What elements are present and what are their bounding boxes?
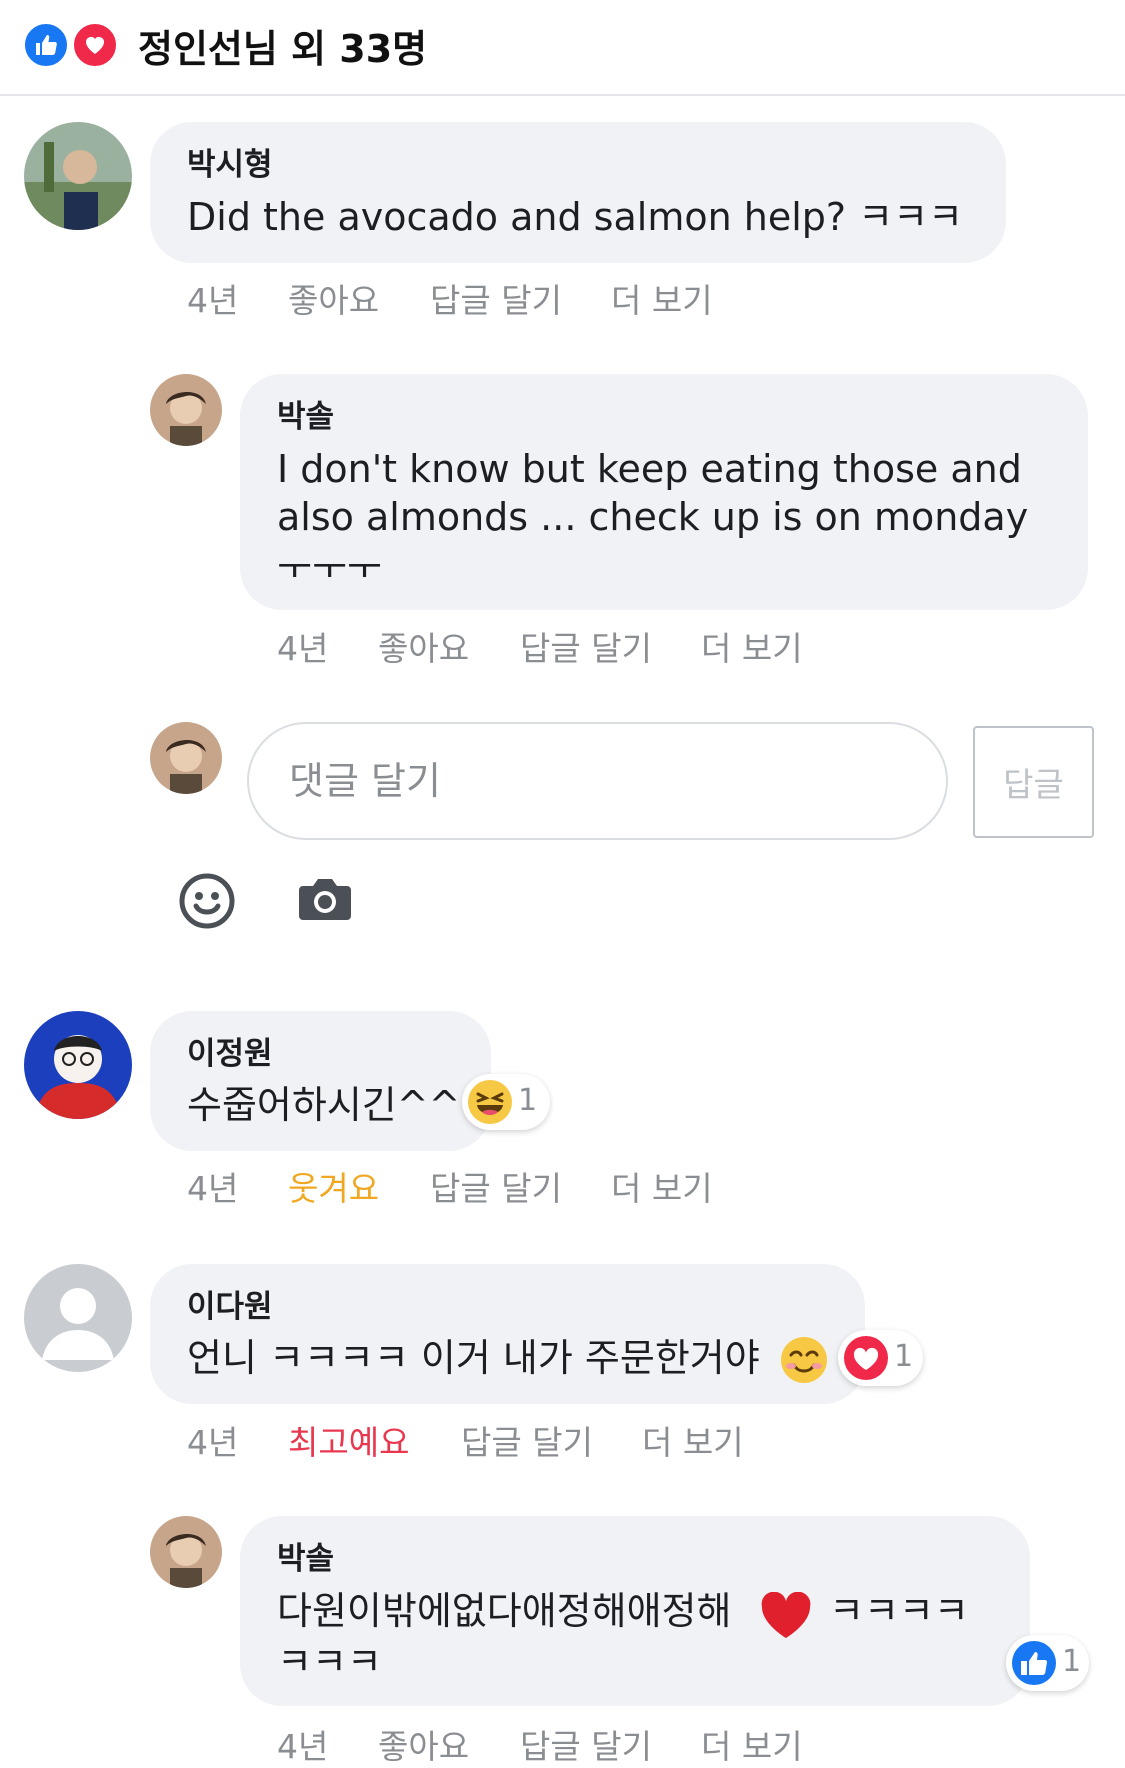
avatar[interactable] [150,1516,222,1588]
comment-text-line-1: 다원이밖에없다애정해애정해 [277,1589,732,1633]
reaction-summary[interactable]: 1 [462,1074,550,1130]
comment-time: 4년 [277,629,329,668]
comment-author[interactable]: 박솔 [277,1533,334,1578]
comment-author[interactable]: 이정원 [187,1028,273,1073]
love-icon [844,1336,888,1380]
comment-actions: 4년 좋아요 답글 달기 더 보기 [277,622,877,668]
comment-actions: 4년 최고예요 답글 달기 더 보기 [187,1416,787,1462]
comment-actions: 4년 좋아요 답글 달기 더 보기 [187,274,787,320]
comment-text-line-2: ㅋㅋㅋㅋ [829,1589,969,1633]
comment-author[interactable]: 박시형 [187,139,273,184]
avatar[interactable] [24,1264,132,1372]
comment-author[interactable]: 이다원 [187,1281,273,1326]
reply-link[interactable]: 답글 달기 [430,274,562,322]
avatar[interactable] [24,1011,132,1119]
comment-time: 4년 [187,281,239,320]
submit-reply-button[interactable]: 답글 [973,726,1094,838]
camera-icon[interactable] [297,876,353,922]
comment-text-line-2: also almonds ... check up is on monday [277,495,1029,539]
reactions-header[interactable]: 정인선님 외 33명 [0,0,1125,96]
like-icon [1012,1641,1056,1685]
reply-link[interactable]: 답글 달기 [520,622,652,670]
comment-text: 수줍어하시긴^^ [187,1083,461,1127]
more-link[interactable]: 더 보기 [611,1162,713,1210]
comment-text-line-3: ㅋㅋㅋ [277,1640,382,1684]
heart-emoji-icon [760,1591,812,1640]
smiling-emoji-icon [779,1335,829,1385]
comment-actions: 4년 웃겨요 답글 달기 더 보기 [187,1162,787,1208]
reply-link[interactable]: 답글 달기 [461,1416,593,1464]
reply-link[interactable]: 답글 달기 [430,1162,562,1210]
reaction-summary[interactable]: 1 [838,1330,923,1386]
like-icon [22,21,70,69]
comment-time: 4년 [187,1169,239,1208]
comment-time: 4년 [277,1727,329,1766]
comment-text: Did the avocado and salmon help? ㅋㅋㅋ [187,195,964,239]
like-link[interactable]: 좋아요 [378,1720,469,1768]
haha-reaction-link[interactable]: 웃겨요 [288,1162,379,1210]
reply-link[interactable]: 답글 달기 [520,1720,652,1768]
more-link[interactable]: 더 보기 [701,1720,803,1768]
comment-actions: 4년 좋아요 답글 달기 더 보기 [277,1720,877,1766]
like-link[interactable]: 좋아요 [288,274,379,322]
current-user-avatar [150,722,222,794]
reaction-count: 1 [894,1339,914,1374]
comment-author[interactable]: 박솔 [277,391,334,436]
comment-time: 4년 [187,1423,239,1462]
love-icon [71,21,119,69]
comment-text-line-3: ㅜㅜㅜ [277,549,382,577]
more-link[interactable]: 더 보기 [642,1416,744,1464]
smiley-icon[interactable] [178,872,236,930]
comment-text: 언니 ㅋㅋㅋㅋ 이거 내가 주문한거야 [187,1336,760,1380]
like-link[interactable]: 좋아요 [378,622,469,670]
comment-text-line-1: I don't know but keep eating those and [277,447,1022,491]
reaction-count: 1 [518,1083,538,1118]
love-reaction-link[interactable]: 최고예요 [288,1416,409,1464]
haha-icon [468,1080,512,1124]
reply-input[interactable] [247,722,948,840]
more-link[interactable]: 더 보기 [701,622,803,670]
avatar[interactable] [24,122,132,230]
more-link[interactable]: 더 보기 [611,274,713,322]
reaction-count: 1 [1062,1644,1082,1679]
reaction-summary[interactable]: 1 [1006,1635,1089,1691]
avatar[interactable] [150,374,222,446]
reactions-summary[interactable]: 정인선님 외 33명 [138,18,427,73]
